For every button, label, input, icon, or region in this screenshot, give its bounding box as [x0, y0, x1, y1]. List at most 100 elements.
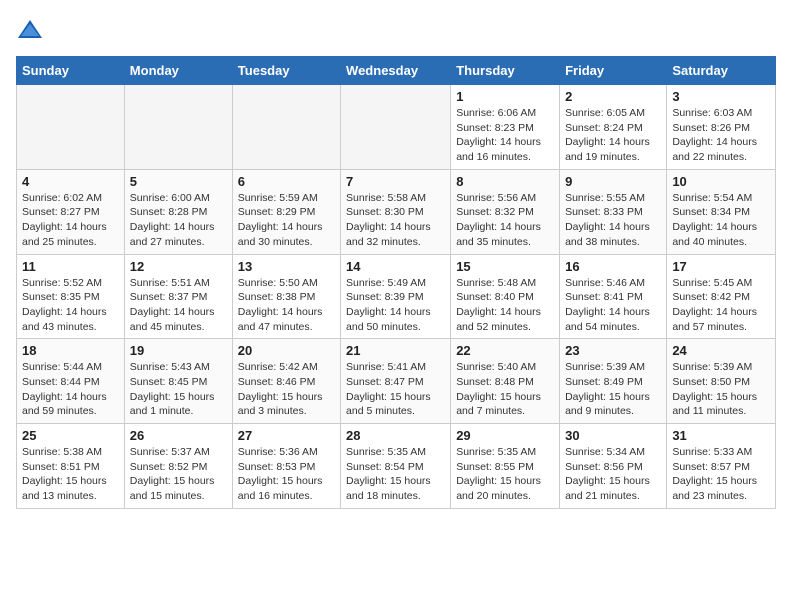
day-number: 21: [346, 343, 445, 358]
calendar-cell: 31Sunrise: 5:33 AMSunset: 8:57 PMDayligh…: [667, 424, 776, 509]
day-info: Sunrise: 5:39 AMSunset: 8:50 PMDaylight:…: [672, 360, 770, 419]
calendar-cell: 6 Sunrise: 5:59 AMSunset: 8:29 PMDaylight…: [232, 169, 340, 254]
calendar-cell: 11 Sunrise: 5:52 AMSunset: 8:35 PMDayligh…: [17, 254, 125, 339]
day-number: 14: [346, 259, 445, 274]
day-info: Sunrise: 5:44 AMSunset: 8:44 PMDaylight:…: [22, 360, 119, 419]
weekday-header: Sunday: [17, 57, 125, 85]
day-info: Sunrise: 5:33 AMSunset: 8:57 PMDaylight:…: [672, 445, 770, 504]
day-number: 9: [565, 174, 661, 189]
day-number: 15: [456, 259, 554, 274]
day-info: Sunrise: 5:58 AMSunset: 8:30 PMDaylight:…: [346, 191, 445, 250]
calendar-week-row: 25 Sunrise: 5:38 AMSunset: 8:51 PMDayligh…: [17, 424, 776, 509]
day-number: 11: [22, 259, 119, 274]
day-info: Sunrise: 5:46 AMSunset: 8:41 PMDaylight:…: [565, 276, 661, 335]
calendar-cell: 23 Sunrise: 5:39 AMSunset: 8:49 PMDayligh…: [560, 339, 667, 424]
header-row: SundayMondayTuesdayWednesdayThursdayFrid…: [17, 57, 776, 85]
weekday-header: Saturday: [667, 57, 776, 85]
day-number: 17: [672, 259, 770, 274]
calendar-cell: 17 Sunrise: 5:45 AMSunset: 8:42 PMDayligh…: [667, 254, 776, 339]
calendar-cell: [341, 85, 451, 170]
calendar-cell: 9Sunrise: 5:55 AMSunset: 8:33 PMDaylight…: [560, 169, 667, 254]
calendar-cell: 7 Sunrise: 5:58 AMSunset: 8:30 PMDaylight…: [341, 169, 451, 254]
day-info: Sunrise: 6:02 AMSunset: 8:27 PMDaylight:…: [22, 191, 119, 250]
day-info: Sunrise: 5:56 AMSunset: 8:32 PMDaylight:…: [456, 191, 554, 250]
day-number: 6: [238, 174, 335, 189]
logo-icon: [16, 16, 44, 44]
day-number: 24: [672, 343, 770, 358]
calendar-week-row: 1 Sunrise: 6:06 AMSunset: 8:23 PMDaylight…: [17, 85, 776, 170]
calendar-cell: [17, 85, 125, 170]
day-number: 13: [238, 259, 335, 274]
day-info: Sunrise: 5:39 AMSunset: 8:49 PMDaylight:…: [565, 360, 661, 419]
weekday-header: Thursday: [451, 57, 560, 85]
calendar-cell: 30 Sunrise: 5:34 AMSunset: 8:56 PMDayligh…: [560, 424, 667, 509]
day-info: Sunrise: 5:38 AMSunset: 8:51 PMDaylight:…: [22, 445, 119, 504]
calendar-cell: 5 Sunrise: 6:00 AMSunset: 8:28 PMDaylight…: [124, 169, 232, 254]
day-number: 7: [346, 174, 445, 189]
weekday-header: Friday: [560, 57, 667, 85]
calendar-cell: 14 Sunrise: 5:49 AMSunset: 8:39 PMDayligh…: [341, 254, 451, 339]
day-number: 27: [238, 428, 335, 443]
day-info: Sunrise: 5:35 AMSunset: 8:55 PMDaylight:…: [456, 445, 554, 504]
day-number: 5: [130, 174, 227, 189]
day-info: Sunrise: 6:06 AMSunset: 8:23 PMDaylight:…: [456, 106, 554, 165]
day-info: Sunrise: 6:03 AMSunset: 8:26 PMDaylight:…: [672, 106, 770, 165]
day-info: Sunrise: 5:45 AMSunset: 8:42 PMDaylight:…: [672, 276, 770, 335]
day-number: 2: [565, 89, 661, 104]
day-info: Sunrise: 6:05 AMSunset: 8:24 PMDaylight:…: [565, 106, 661, 165]
day-number: 26: [130, 428, 227, 443]
calendar-cell: 3 Sunrise: 6:03 AMSunset: 8:26 PMDaylight…: [667, 85, 776, 170]
calendar-cell: 4 Sunrise: 6:02 AMSunset: 8:27 PMDaylight…: [17, 169, 125, 254]
day-number: 25: [22, 428, 119, 443]
day-number: 29: [456, 428, 554, 443]
day-number: 20: [238, 343, 335, 358]
calendar-cell: 20 Sunrise: 5:42 AMSunset: 8:46 PMDayligh…: [232, 339, 340, 424]
calendar-cell: 28Sunrise: 5:35 AMSunset: 8:54 PMDayligh…: [341, 424, 451, 509]
calendar-week-row: 18 Sunrise: 5:44 AMSunset: 8:44 PMDayligh…: [17, 339, 776, 424]
day-number: 1: [456, 89, 554, 104]
day-info: Sunrise: 5:34 AMSunset: 8:56 PMDaylight:…: [565, 445, 661, 504]
calendar-cell: 1 Sunrise: 6:06 AMSunset: 8:23 PMDaylight…: [451, 85, 560, 170]
day-info: Sunrise: 5:50 AMSunset: 8:38 PMDaylight:…: [238, 276, 335, 335]
day-number: 22: [456, 343, 554, 358]
day-number: 4: [22, 174, 119, 189]
day-info: Sunrise: 5:52 AMSunset: 8:35 PMDaylight:…: [22, 276, 119, 335]
calendar-cell: 27 Sunrise: 5:36 AMSunset: 8:53 PMDayligh…: [232, 424, 340, 509]
day-number: 19: [130, 343, 227, 358]
day-info: Sunrise: 5:49 AMSunset: 8:39 PMDaylight:…: [346, 276, 445, 335]
weekday-header: Wednesday: [341, 57, 451, 85]
day-info: Sunrise: 5:40 AMSunset: 8:48 PMDaylight:…: [456, 360, 554, 419]
weekday-header: Tuesday: [232, 57, 340, 85]
calendar-cell: 8Sunrise: 5:56 AMSunset: 8:32 PMDaylight…: [451, 169, 560, 254]
day-info: Sunrise: 5:48 AMSunset: 8:40 PMDaylight:…: [456, 276, 554, 335]
calendar-cell: 10Sunrise: 5:54 AMSunset: 8:34 PMDayligh…: [667, 169, 776, 254]
day-info: Sunrise: 5:36 AMSunset: 8:53 PMDaylight:…: [238, 445, 335, 504]
calendar-table: SundayMondayTuesdayWednesdayThursdayFrid…: [16, 56, 776, 509]
calendar-cell: 18 Sunrise: 5:44 AMSunset: 8:44 PMDayligh…: [17, 339, 125, 424]
day-number: 18: [22, 343, 119, 358]
page-header: [16, 16, 776, 44]
calendar-cell: 19 Sunrise: 5:43 AMSunset: 8:45 PMDayligh…: [124, 339, 232, 424]
day-number: 16: [565, 259, 661, 274]
calendar-cell: 12 Sunrise: 5:51 AMSunset: 8:37 PMDayligh…: [124, 254, 232, 339]
day-info: Sunrise: 5:43 AMSunset: 8:45 PMDaylight:…: [130, 360, 227, 419]
logo: [16, 16, 48, 44]
calendar-cell: 22 Sunrise: 5:40 AMSunset: 8:48 PMDayligh…: [451, 339, 560, 424]
day-info: Sunrise: 5:51 AMSunset: 8:37 PMDaylight:…: [130, 276, 227, 335]
day-number: 23: [565, 343, 661, 358]
calendar-cell: 29 Sunrise: 5:35 AMSunset: 8:55 PMDayligh…: [451, 424, 560, 509]
day-info: Sunrise: 5:59 AMSunset: 8:29 PMDaylight:…: [238, 191, 335, 250]
day-number: 30: [565, 428, 661, 443]
calendar-cell: 24 Sunrise: 5:39 AMSunset: 8:50 PMDayligh…: [667, 339, 776, 424]
calendar-cell: 15 Sunrise: 5:48 AMSunset: 8:40 PMDayligh…: [451, 254, 560, 339]
day-number: 3: [672, 89, 770, 104]
day-info: Sunrise: 5:35 AMSunset: 8:54 PMDaylight:…: [346, 445, 445, 504]
day-info: Sunrise: 5:42 AMSunset: 8:46 PMDaylight:…: [238, 360, 335, 419]
calendar-week-row: 11 Sunrise: 5:52 AMSunset: 8:35 PMDayligh…: [17, 254, 776, 339]
calendar-cell: 2 Sunrise: 6:05 AMSunset: 8:24 PMDaylight…: [560, 85, 667, 170]
day-number: 12: [130, 259, 227, 274]
calendar-cell: 16 Sunrise: 5:46 AMSunset: 8:41 PMDayligh…: [560, 254, 667, 339]
weekday-header: Monday: [124, 57, 232, 85]
calendar-cell: 21Sunrise: 5:41 AMSunset: 8:47 PMDayligh…: [341, 339, 451, 424]
day-info: Sunrise: 6:00 AMSunset: 8:28 PMDaylight:…: [130, 191, 227, 250]
